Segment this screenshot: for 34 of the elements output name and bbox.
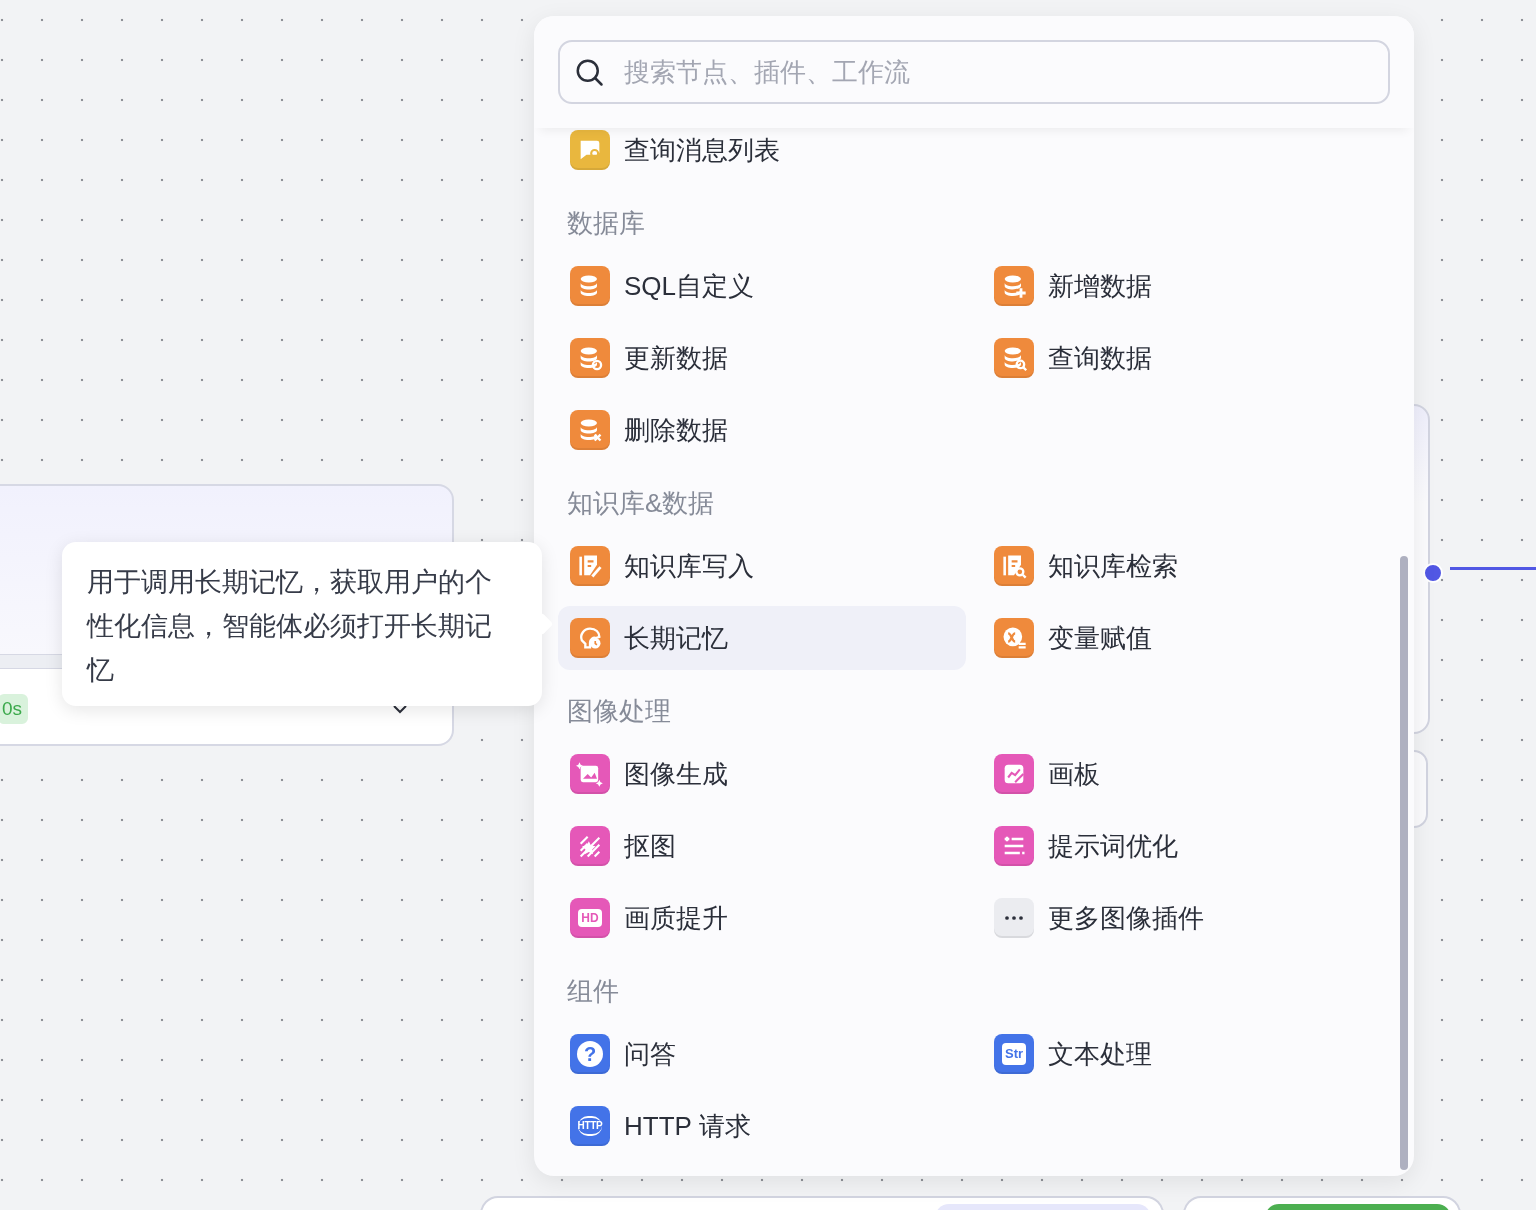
node-item[interactable]: 新增数据 [982, 254, 1390, 318]
node-item[interactable]: SQL自定义 [558, 254, 966, 318]
node-item[interactable]: HTTP HTTP 请求 [558, 1094, 966, 1158]
hd-icon: HD [570, 898, 610, 938]
question-icon: ? [570, 1034, 610, 1074]
node-item[interactable]: 查询消息列表 [558, 128, 966, 182]
node-item[interactable]: 提示词优化 [982, 814, 1390, 878]
puzzle-icon: Str [994, 1034, 1034, 1074]
node-item[interactable]: Str 文本处理 [982, 1022, 1390, 1086]
globe-icon: HTTP [570, 1106, 610, 1146]
search-field[interactable]: 搜索节点、插件、工作流 [558, 40, 1390, 104]
section-title: 图像处理 [567, 696, 671, 726]
node-item[interactable]: 知识库检索 [982, 534, 1390, 598]
node-item[interactable]: 更新数据 [558, 326, 966, 390]
node-item[interactable]: 抠图 [558, 814, 966, 878]
node-item[interactable]: 查询数据 [982, 326, 1390, 390]
search-icon [574, 57, 604, 87]
connection-port[interactable] [1423, 563, 1443, 583]
tooltip-text: 用于调用长期记忆，获取用户的个性化信息，智能体必须打开长期记忆 [87, 566, 493, 687]
node-item[interactable]: 更多图像插件 [982, 886, 1390, 950]
node-item[interactable]: 画板 [982, 742, 1390, 806]
node-item[interactable]: HD 画质提升 [558, 886, 966, 950]
section-title: 知识库&数据 [567, 488, 715, 518]
node-item[interactable]: ? 问答 [558, 1022, 966, 1086]
chevron-down-icon [392, 704, 408, 714]
node-item[interactable]: 图像生成 [558, 742, 966, 806]
node-item[interactable]: 知识库写入 [558, 534, 966, 598]
scrollbar[interactable] [1400, 556, 1408, 1170]
section-title: 组件 [567, 976, 619, 1006]
node-item[interactable]: 变量赋值 [982, 606, 1390, 670]
duration-badge: 0s [0, 694, 29, 724]
node-item[interactable]: 长期记忆 [558, 606, 966, 670]
node-item[interactable]: 删除数据 [558, 398, 966, 462]
section-title: 数据库 [567, 208, 645, 238]
